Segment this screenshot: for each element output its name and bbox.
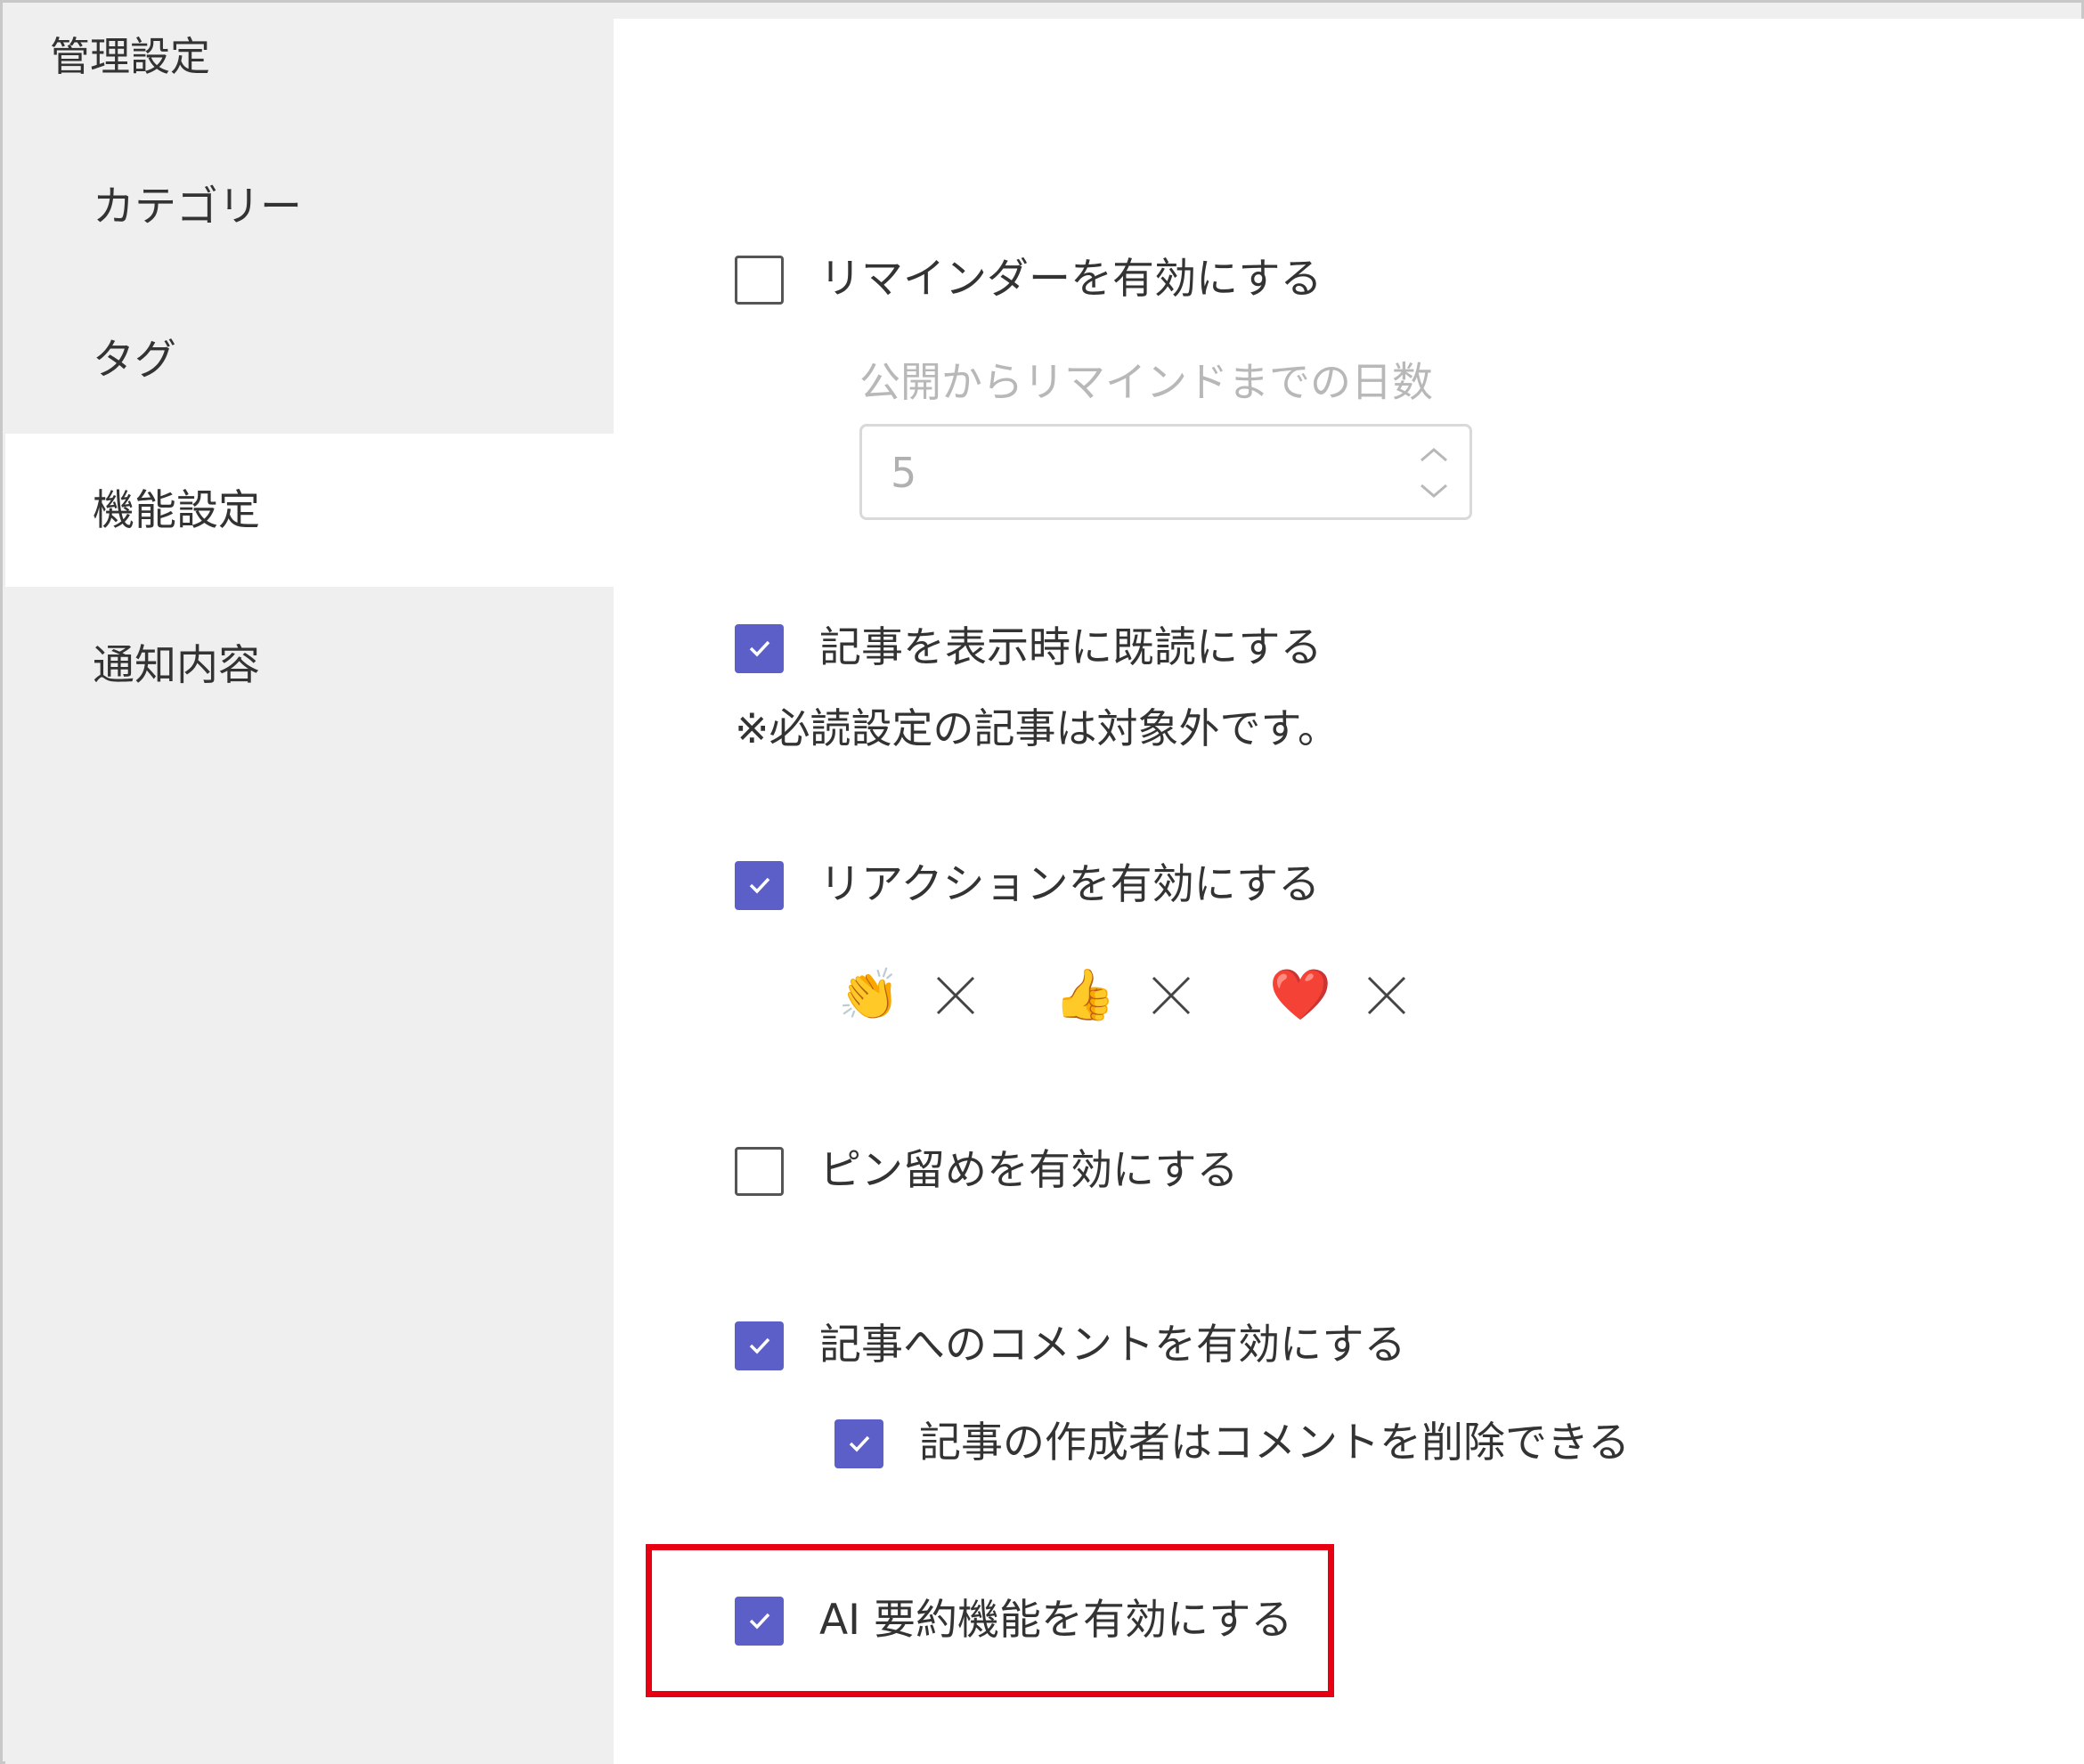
reminder-days-label: 公開からリマインドまでの日数 [859, 358, 1433, 406]
author-delete-label: 記事の作成者はコメントを削除できる [919, 1419, 1631, 1467]
sidebar-item-category[interactable]: カテゴリー [5, 130, 614, 283]
sidebar-item-label: 通知内容 [93, 641, 260, 690]
mark-read-option[interactable]: 記事を表示時に既読にする [735, 622, 1322, 674]
remove-reaction-icon[interactable] [934, 974, 977, 1017]
mark-read-note: ※必読設定の記事は対象外です。 [735, 704, 1339, 752]
reaction-item: 👍 [1054, 969, 1193, 1022]
pin-option[interactable]: ピン留めを有効にする [735, 1145, 1238, 1197]
reactions-option[interactable]: リアクションを有効にする [735, 859, 1320, 911]
sidebar-item-label: カテゴリー [93, 183, 302, 232]
author-delete-checkbox[interactable] [834, 1419, 883, 1468]
sidebar-title: 管理設定 [50, 33, 211, 80]
sidebar-item-label: タグ [93, 336, 176, 385]
highlight-box [646, 1544, 1334, 1697]
thumbs-up-icon: 👍 [1054, 966, 1116, 1024]
reminder-days-stepper[interactable]: 5 [859, 424, 1472, 520]
window-frame: 管理設定 カテゴリー タグ 機能設定 通知内容 リマインダーを有効にする 公開か… [0, 0, 2084, 1764]
sidebar: 管理設定 カテゴリー タグ 機能設定 通知内容 [5, 5, 614, 1764]
reaction-list: 👏 👍 ❤️ [838, 969, 1485, 1022]
pin-label: ピン留めを有効にする [819, 1146, 1239, 1195]
sidebar-item-notification[interactable]: 通知内容 [5, 589, 614, 742]
reaction-item: 👏 [838, 969, 977, 1022]
checkmark-icon [749, 877, 769, 894]
reactions-label: リアクションを有効にする [819, 860, 1321, 909]
comments-option[interactable]: 記事へのコメントを有効にする [735, 1320, 1405, 1371]
clapping-hands-icon: 👏 [838, 966, 900, 1024]
pin-checkbox[interactable] [735, 1146, 784, 1196]
reminder-label: リマインダーを有効にする [819, 255, 1323, 304]
sidebar-item-label: 機能設定 [93, 486, 260, 535]
checkmark-icon [749, 1337, 769, 1354]
reaction-item: ❤️ [1269, 969, 1408, 1022]
remove-reaction-icon[interactable] [1365, 974, 1408, 1017]
reminder-days-value: 5 [891, 449, 917, 497]
sidebar-item-tag[interactable]: タグ [5, 283, 614, 436]
checkmark-icon [849, 1435, 869, 1452]
heart-icon: ❤️ [1269, 966, 1331, 1024]
comments-checkbox[interactable] [735, 1321, 784, 1370]
comments-label: 記事へのコメントを有効にする [819, 1321, 1406, 1370]
checkmark-icon [749, 640, 769, 657]
mark-read-label: 記事を表示時に既読にする [819, 623, 1323, 672]
sidebar-item-feature-settings[interactable]: 機能設定 [5, 434, 614, 587]
reminder-checkbox[interactable] [735, 255, 784, 305]
reactions-checkbox[interactable] [735, 860, 784, 910]
remove-reaction-icon[interactable] [1150, 974, 1193, 1017]
author-delete-option[interactable]: 記事の作成者はコメントを削除できる [834, 1418, 1630, 1469]
reminder-option[interactable]: リマインダーを有効にする [735, 254, 1322, 305]
stepper-arrows-icon[interactable] [1416, 439, 1452, 507]
mark-read-checkbox[interactable] [735, 623, 784, 673]
